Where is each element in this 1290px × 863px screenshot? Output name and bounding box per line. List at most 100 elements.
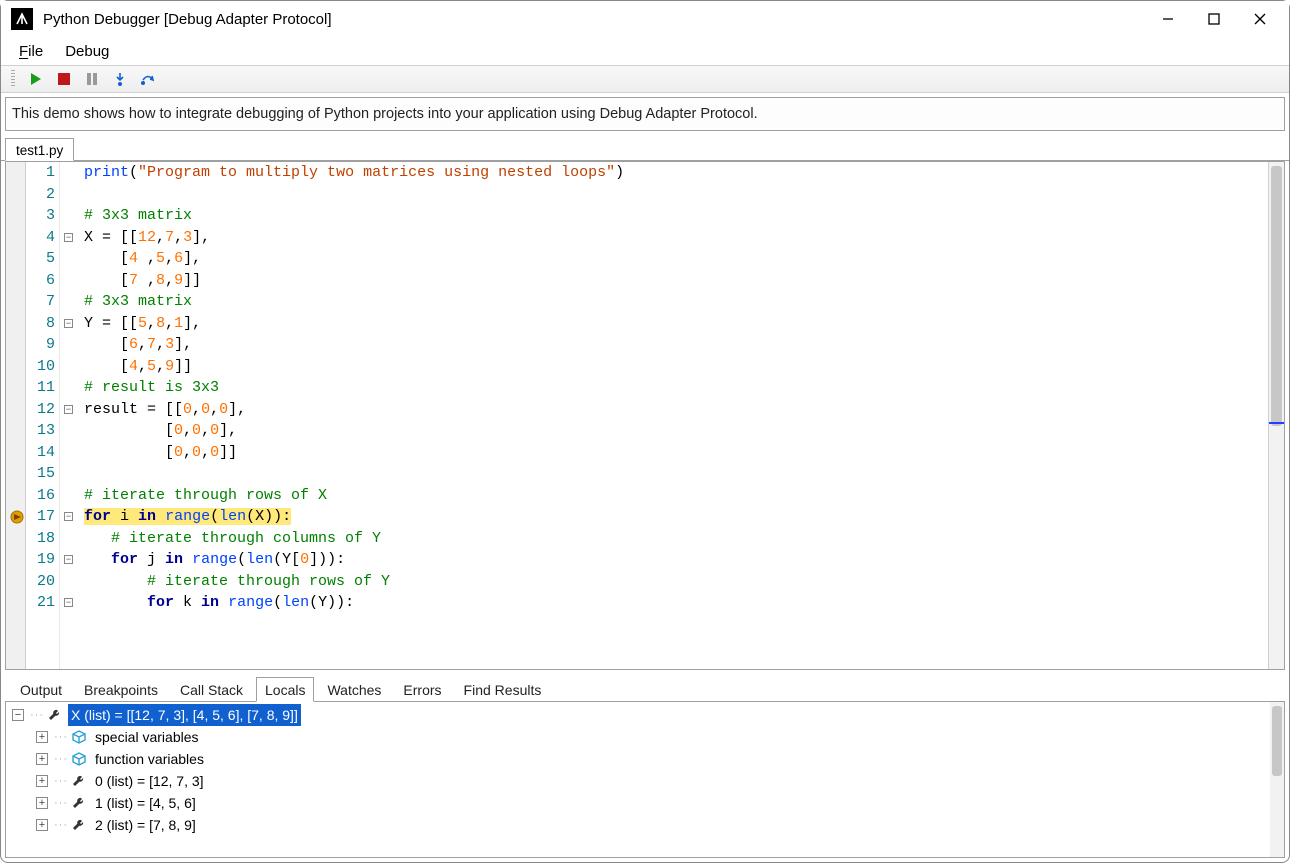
code-line[interactable]: [0,0,0]] [84,442,1268,464]
pause-button[interactable] [83,70,101,88]
expand-icon[interactable]: + [36,797,48,809]
package-icon [70,729,88,745]
locals-scrollbar[interactable] [1270,702,1284,857]
locals-label: 0 (list) = [12, 7, 3] [92,770,207,792]
stop-button[interactable] [55,70,73,88]
bottom-tab-call-stack[interactable]: Call Stack [171,677,252,702]
code-line[interactable]: result = [[0,0,0], [84,399,1268,421]
collapse-icon[interactable]: − [12,709,24,721]
line-number: 1 [26,162,55,184]
expand-icon[interactable]: + [36,819,48,831]
locals-label: function variables [92,748,207,770]
code-line[interactable]: # iterate through columns of Y [84,528,1268,550]
line-number: 14 [26,442,55,464]
line-number: 8 [26,313,55,335]
fold-toggle[interactable]: − [64,233,73,242]
app-icon [11,8,33,30]
bottom-tab-output[interactable]: Output [11,677,71,702]
line-number: 12 [26,399,55,421]
file-tab-test1[interactable]: test1.py [5,138,74,161]
locals-panel: −···X (list) = [[12, 7, 3], [4, 5, 6], [… [5,702,1285,858]
line-number: 6 [26,270,55,292]
line-number: 17 [26,506,55,528]
line-number: 21 [26,592,55,614]
locals-row[interactable]: +···0 (list) = [12, 7, 3] [6,770,1284,792]
step-into-button[interactable] [111,70,129,88]
code-editor[interactable]: 123456789101112131415161718192021 −−−−−−… [5,161,1285,670]
bottom-tab-find-results[interactable]: Find Results [455,677,551,702]
menu-file[interactable]: File [19,43,43,60]
code-line[interactable]: [4 ,5,6], [84,248,1268,270]
toolbar-grip [11,70,15,88]
code-line[interactable]: for j in range(len(Y[0])): [84,549,1268,571]
file-tabs: test1.py [1,135,1289,161]
expand-icon[interactable]: + [36,753,48,765]
code-line[interactable]: [0,0,0], [84,420,1268,442]
code-line[interactable]: print("Program to multiply two matrices … [84,162,1268,184]
code-line[interactable]: # iterate through rows of X [84,485,1268,507]
line-number: 9 [26,334,55,356]
bottom-tab-locals[interactable]: Locals [256,677,314,702]
bottom-tab-watches[interactable]: Watches [318,677,390,702]
editor-scrollbar[interactable] [1268,162,1284,669]
bottom-tabs: OutputBreakpointsCall StackLocalsWatches… [5,674,1285,702]
code-line[interactable] [84,463,1268,485]
code-line[interactable]: # result is 3x3 [84,377,1268,399]
fold-toggle[interactable]: − [64,405,73,414]
code-line[interactable]: Y = [[5,8,1], [84,313,1268,335]
fold-toggle[interactable]: − [64,319,73,328]
code-line[interactable]: # 3x3 matrix [84,291,1268,313]
breakpoint-gutter[interactable] [6,162,26,669]
code-line[interactable]: for k in range(len(Y)): [84,592,1268,614]
code-line[interactable]: # 3x3 matrix [84,205,1268,227]
code-area[interactable]: print("Program to multiply two matrices … [78,162,1268,669]
code-line[interactable]: [7 ,8,9]] [84,270,1268,292]
expand-icon[interactable]: + [36,731,48,743]
code-line[interactable]: for i in range(len(X)): [84,506,1268,528]
toolbar [1,65,1289,93]
menu-debug[interactable]: Debug [65,43,109,60]
minimize-button[interactable] [1145,3,1191,35]
line-number: 18 [26,528,55,550]
step-over-button[interactable] [139,70,157,88]
line-number: 13 [26,420,55,442]
scrollbar-thumb[interactable] [1271,166,1282,426]
package-icon [70,751,88,767]
titlebar: Python Debugger [Debug Adapter Protocol] [1,1,1289,37]
line-number: 4 [26,227,55,249]
locals-row[interactable]: +···function variables [6,748,1284,770]
maximize-button[interactable] [1191,3,1237,35]
fold-gutter[interactable]: − − − − − − [60,162,78,669]
code-line[interactable] [84,184,1268,206]
close-button[interactable] [1237,3,1283,35]
locals-row[interactable]: −···X (list) = [[12, 7, 3], [4, 5, 6], [… [6,704,1284,726]
info-text: This demo shows how to integrate debuggi… [5,97,1285,131]
line-number: 10 [26,356,55,378]
expand-icon[interactable]: + [36,775,48,787]
wrench-icon [70,817,88,833]
fold-toggle[interactable]: − [64,598,73,607]
fold-toggle[interactable]: − [64,555,73,564]
scrollbar-position-marker [1269,422,1284,424]
code-line[interactable]: # iterate through rows of Y [84,571,1268,593]
locals-scrollbar-thumb[interactable] [1272,706,1282,776]
line-number: 11 [26,377,55,399]
locals-row[interactable]: +···2 (list) = [7, 8, 9] [6,814,1284,836]
code-line[interactable]: [6,7,3], [84,334,1268,356]
fold-toggle[interactable]: − [64,512,73,521]
locals-row[interactable]: +···1 (list) = [4, 5, 6] [6,792,1284,814]
line-number: 3 [26,205,55,227]
window-title: Python Debugger [Debug Adapter Protocol] [43,11,332,28]
code-line[interactable]: X = [[12,7,3], [84,227,1268,249]
line-number: 20 [26,571,55,593]
locals-label: 2 (list) = [7, 8, 9] [92,814,199,836]
line-number: 19 [26,549,55,571]
bottom-tab-errors[interactable]: Errors [394,677,450,702]
code-line[interactable]: [4,5,9]] [84,356,1268,378]
locals-row[interactable]: +···special variables [6,726,1284,748]
run-button[interactable] [27,70,45,88]
line-number-gutter: 123456789101112131415161718192021 [26,162,60,669]
current-line-marker-icon [10,510,24,524]
bottom-tab-breakpoints[interactable]: Breakpoints [75,677,167,702]
wrench-icon [70,795,88,811]
